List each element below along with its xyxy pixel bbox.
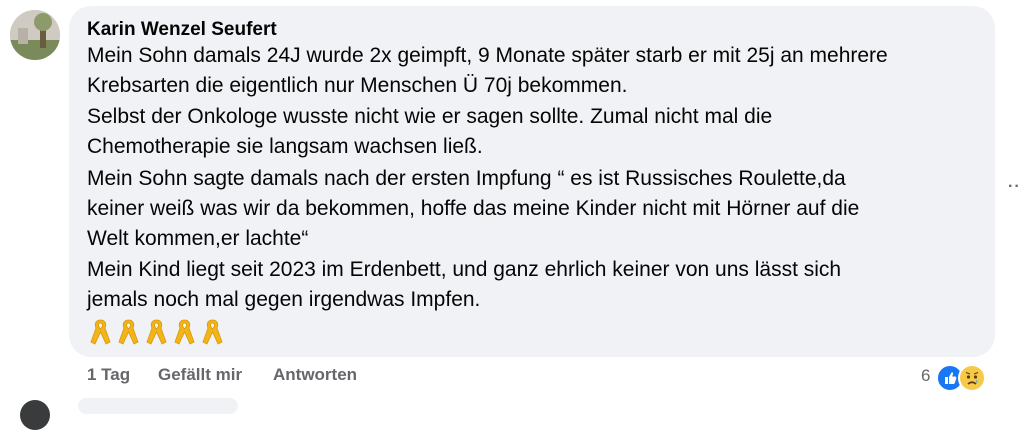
comment-text-line: Mein Sohn damals 24J wurde 2x geimpft, 9… [87,44,888,67]
comment-text-line: Selbst der Onkologe wusste nicht wie er … [87,105,773,128]
yellow-ribbon-icon [174,319,195,345]
reaction-count: 6 [921,366,931,385]
next-comment-bubble [78,398,238,414]
more-options-icon[interactable]: ·· [1008,178,1021,196]
comment-text-line: Mein Kind liegt seit 2023 im Erdenbett, … [87,258,842,281]
yellow-ribbon-icon [202,319,223,345]
comment-author[interactable]: Karin Wenzel Seufert [87,19,277,41]
avatar[interactable] [10,10,60,60]
ribbon-emoji-row [88,318,225,346]
yellow-ribbon-icon [90,319,111,345]
sad-icon [958,364,986,392]
next-comment-avatar[interactable] [20,400,50,430]
timestamp-link[interactable]: 1 Tag [87,365,130,385]
comment-text-line: Welt kommen,er lachte“ [87,227,309,250]
comment-text-line: jemals noch mal gegen irgendwas Impfen. [87,288,481,311]
avatar-image [10,10,60,60]
yellow-ribbon-icon [118,319,139,345]
comment-text-line: Krebsarten die eigentlich nur Menschen Ü… [87,74,628,97]
yellow-ribbon-icon [146,319,167,345]
like-button[interactable]: Gefällt mir [158,365,242,385]
comment-text-line: Mein Sohn sagte damals nach der ersten I… [87,167,846,190]
comment-text-line: keiner weiß was wir da bekommen, hoffe d… [87,197,860,220]
comment-text-line: Chemotherapie sie langsam wachsen ließ. [87,135,483,158]
reply-button[interactable]: Antworten [273,365,357,385]
